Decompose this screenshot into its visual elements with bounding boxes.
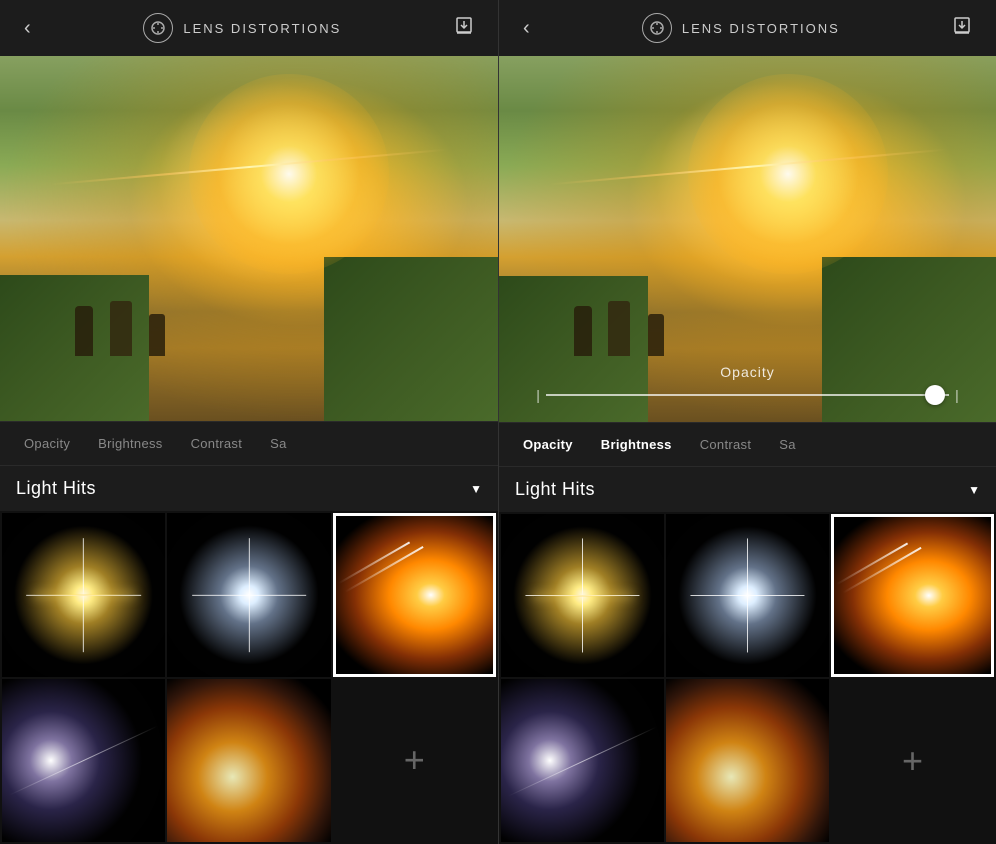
left-header-center: LENS DISTORTIONS bbox=[143, 13, 341, 43]
left-toolbar-saturation[interactable]: Sa bbox=[256, 422, 301, 465]
grass-right bbox=[324, 257, 498, 421]
right-download-button[interactable] bbox=[944, 12, 980, 45]
left-bottom-section: Light Hits ▼ + bbox=[0, 465, 498, 844]
right-lens-icon bbox=[642, 13, 672, 43]
right-add-effect-button[interactable]: + bbox=[831, 679, 994, 842]
right-category-bar[interactable]: Light Hits ▼ bbox=[499, 466, 996, 512]
right-effect-4[interactable] bbox=[501, 679, 664, 842]
left-toolbar-contrast[interactable]: Contrast bbox=[177, 422, 257, 465]
right-effect-2[interactable] bbox=[666, 514, 829, 677]
right-slider-track[interactable] bbox=[546, 394, 949, 396]
left-effect-4-streak bbox=[9, 726, 157, 796]
right-effect-2-rays bbox=[666, 514, 829, 677]
left-download-button[interactable] bbox=[446, 12, 482, 45]
right-slider-thumb[interactable] bbox=[925, 385, 945, 405]
right-effect-3-streak bbox=[843, 547, 921, 593]
left-app-title: LENS DISTORTIONS bbox=[183, 21, 341, 36]
right-header-center: LENS DISTORTIONS bbox=[642, 13, 840, 43]
left-lens-flare bbox=[189, 74, 389, 274]
left-effect-2-rays bbox=[167, 513, 330, 676]
left-dropdown-icon[interactable]: ▼ bbox=[470, 482, 482, 496]
compass-icon bbox=[150, 20, 166, 36]
right-opacity-overlay: Opacity | | bbox=[499, 56, 996, 422]
left-effect-1[interactable] bbox=[2, 513, 165, 676]
left-lens-icon bbox=[143, 13, 173, 43]
right-download-icon bbox=[952, 16, 972, 36]
right-toolbar-saturation[interactable]: Sa bbox=[765, 423, 810, 466]
right-bottom-section: Light Hits ▼ + bbox=[499, 466, 996, 844]
right-slider-container[interactable]: | | bbox=[536, 388, 958, 402]
silhouette-1 bbox=[75, 306, 93, 356]
right-back-button[interactable]: ‹ bbox=[515, 13, 538, 44]
left-add-icon: + bbox=[404, 739, 425, 781]
right-compass-icon bbox=[649, 20, 665, 36]
right-effect-3[interactable] bbox=[831, 514, 994, 677]
right-slider-max-tick: | bbox=[955, 388, 959, 402]
right-toolbar-brightness[interactable]: Brightness bbox=[587, 423, 686, 466]
right-toolbar-opacity[interactable]: Opacity bbox=[509, 423, 587, 466]
left-category-title: Light Hits bbox=[16, 478, 96, 499]
left-add-effect-button[interactable]: + bbox=[333, 679, 496, 842]
right-toolbar-contrast[interactable]: Contrast bbox=[686, 423, 766, 466]
right-effects-grid: + bbox=[499, 512, 996, 844]
right-effect-1-rays bbox=[501, 514, 664, 677]
right-opacity-label: Opacity bbox=[720, 364, 774, 380]
right-dropdown-icon[interactable]: ▼ bbox=[968, 483, 980, 497]
left-effect-3-streak bbox=[344, 546, 423, 592]
right-slider-min-tick: | bbox=[536, 388, 540, 402]
left-effect-3[interactable] bbox=[333, 513, 496, 676]
right-photo-area[interactable]: Opacity | | bbox=[499, 56, 996, 422]
left-photo-bg bbox=[0, 56, 498, 421]
right-effect-5[interactable] bbox=[666, 679, 829, 842]
left-header: ‹ LENS DISTORTIONS bbox=[0, 0, 498, 56]
left-effect-5[interactable] bbox=[167, 679, 330, 842]
right-panel: ‹ LENS DISTORTIONS bbox=[498, 0, 996, 844]
left-toolbar-brightness[interactable]: Brightness bbox=[84, 422, 176, 465]
download-icon bbox=[454, 16, 474, 36]
left-effects-grid: + bbox=[0, 511, 498, 844]
left-back-button[interactable]: ‹ bbox=[16, 13, 39, 44]
right-category-title: Light Hits bbox=[515, 479, 595, 500]
left-panel: ‹ LENS DISTORTIONS bbox=[0, 0, 498, 844]
right-header: ‹ LENS DISTORTIONS bbox=[499, 0, 996, 56]
left-effect-2[interactable] bbox=[167, 513, 330, 676]
right-add-icon: + bbox=[902, 740, 923, 782]
left-toolbar-opacity[interactable]: Opacity bbox=[10, 422, 84, 465]
silhouette-3 bbox=[149, 314, 165, 356]
right-effect-4-streak bbox=[508, 726, 656, 796]
right-app-title: LENS DISTORTIONS bbox=[682, 21, 840, 36]
left-effect-1-rays bbox=[2, 513, 165, 676]
right-effect-1[interactable] bbox=[501, 514, 664, 677]
left-photo-area[interactable] bbox=[0, 56, 498, 421]
right-toolbar: Opacity Brightness Contrast Sa bbox=[499, 422, 996, 466]
left-effect-4[interactable] bbox=[2, 679, 165, 842]
silhouette-2 bbox=[110, 301, 132, 356]
left-toolbar: Opacity Brightness Contrast Sa bbox=[0, 421, 498, 465]
left-category-bar[interactable]: Light Hits ▼ bbox=[0, 465, 498, 511]
